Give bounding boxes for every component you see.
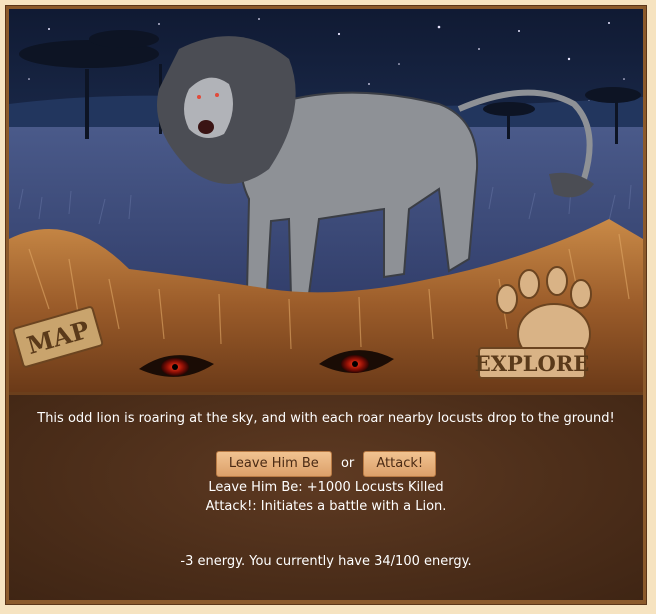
choice-row: Leave Him Be or Attack!	[9, 451, 643, 477]
encounter-panel: This odd lion is roaring at the sky, and…	[9, 395, 643, 600]
leave-result-text: Leave Him Be: +1000 Locusts Killed	[208, 480, 444, 495]
leave-him-be-button[interactable]: Leave Him Be	[215, 451, 332, 477]
energy-status: -3 energy. You currently have 34/100 ene…	[180, 554, 472, 569]
attack-button[interactable]: Attack!	[363, 451, 437, 477]
explore-label: EXPLORE	[475, 351, 590, 376]
or-separator: or	[340, 456, 355, 471]
scene-illustration: MAP EXPLORE	[9, 9, 643, 392]
encounter-description: This odd lion is roaring at the sky, and…	[37, 411, 615, 426]
encounter-scene: MAP EXPLORE	[9, 9, 643, 395]
game-frame: MAP EXPLORE This odd lion is roaring at …	[5, 5, 647, 605]
attack-result-text: Attack!: Initiates a battle with a Lion.	[205, 499, 447, 514]
